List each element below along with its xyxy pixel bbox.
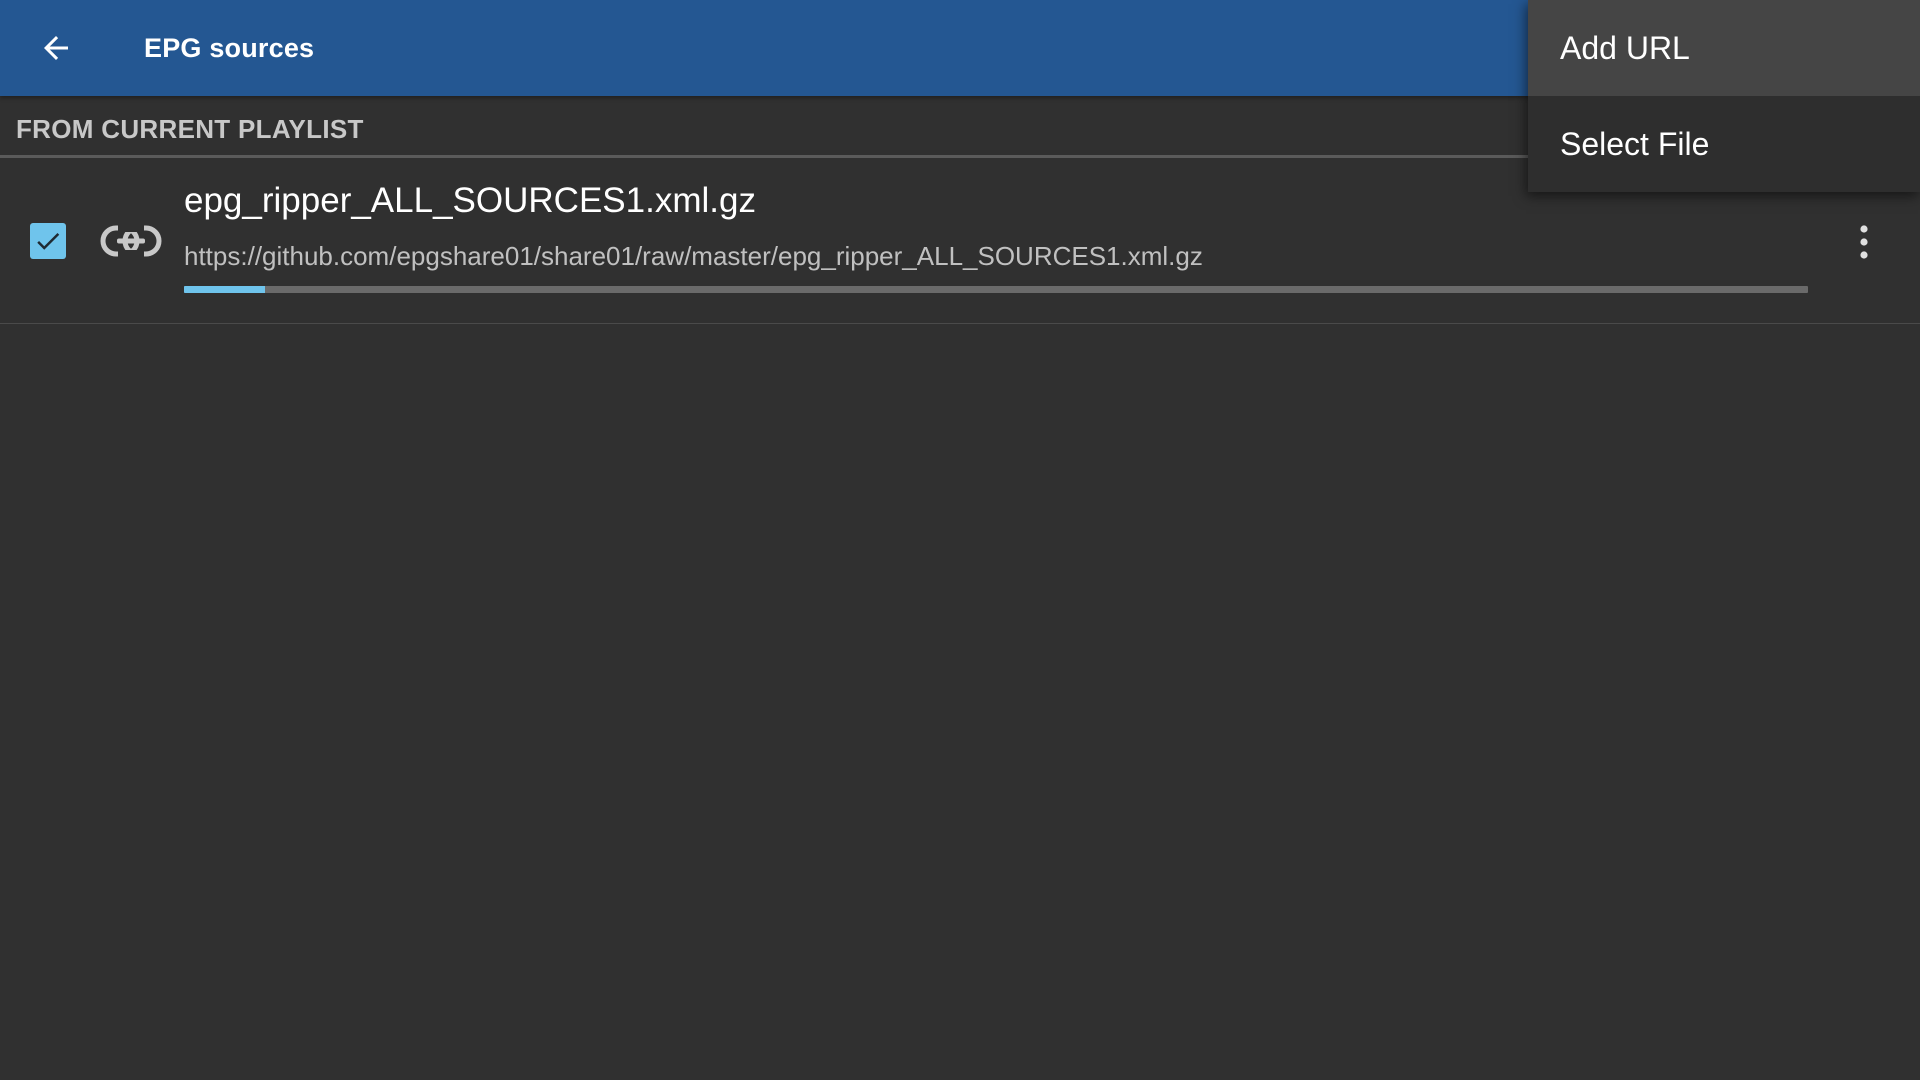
source-url: https://github.com/epgshare01/share01/ra…	[184, 241, 1203, 271]
section-title: FROM CURRENT PLAYLIST	[16, 114, 364, 144]
check-icon	[37, 232, 60, 250]
source-name: epg_ripper_ALL_SOURCES1.xml.gz	[184, 181, 756, 220]
add-source-menu: Add URL Select File	[1528, 0, 1920, 192]
menu-item-add-url[interactable]: Add URL	[1528, 0, 1920, 96]
download-progress-bar	[184, 286, 1808, 293]
source-options-button[interactable]	[1840, 212, 1888, 272]
arrow-left-icon	[44, 36, 68, 60]
epg-sources-screen: EPG sources FROM CURRENT PLAYLIST epg_ri…	[0, 0, 1920, 1080]
download-progress-fill	[184, 286, 266, 293]
page-title: EPG sources	[144, 33, 315, 63]
more-vertical-icon	[1860, 225, 1868, 259]
back-button[interactable]	[26, 20, 86, 76]
link-icon	[100, 220, 162, 262]
source-enabled-checkbox[interactable]	[30, 223, 66, 259]
menu-item-select-file[interactable]: Select File	[1528, 96, 1920, 192]
